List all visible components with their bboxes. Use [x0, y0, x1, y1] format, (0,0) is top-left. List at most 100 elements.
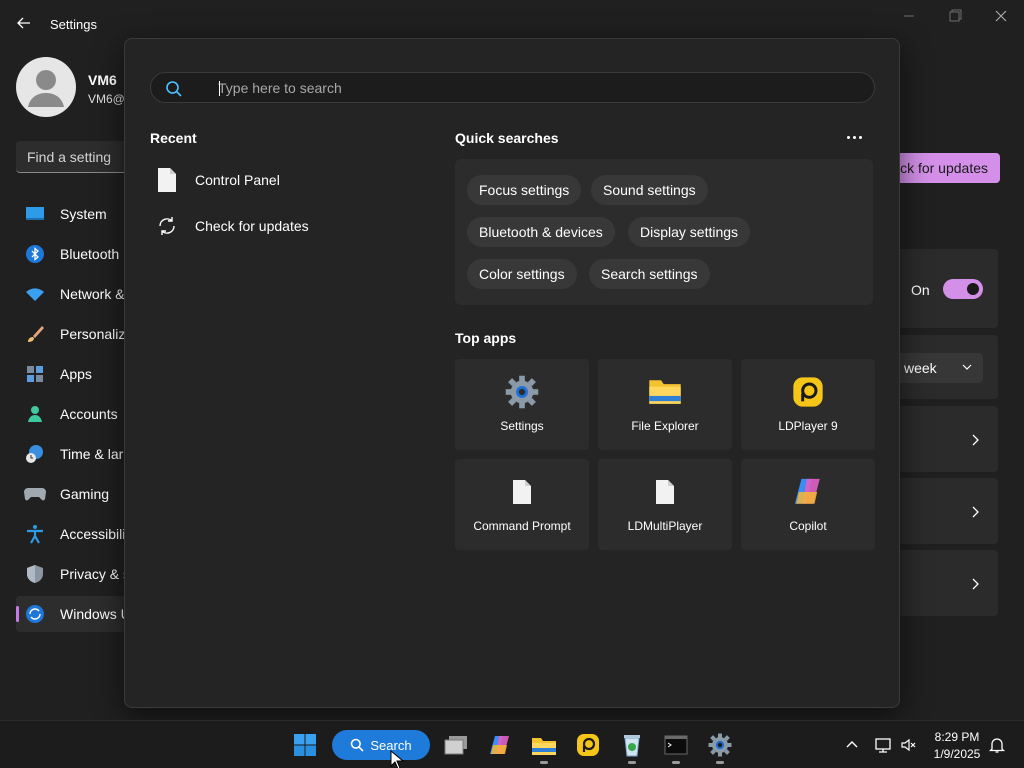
app-tile[interactable]: Copilot [741, 459, 875, 550]
taskbar-search-button[interactable]: Search [332, 730, 430, 760]
recent-item[interactable]: Check for updates [155, 209, 415, 243]
app-tile[interactable]: LDMultiPlayer [598, 459, 732, 550]
app-tile-label: Settings [500, 419, 544, 433]
document-icon [505, 475, 539, 509]
chevron-down-icon [962, 364, 972, 370]
app-tile-label: LDPlayer 9 [778, 419, 838, 433]
copilot-icon [791, 475, 825, 509]
select-value: week [904, 360, 937, 376]
gear-icon [505, 375, 539, 409]
window-title: Settings [50, 17, 97, 32]
sidebar-item-label: Windows U [60, 606, 131, 622]
chevron-right-icon [972, 434, 979, 446]
app-tile-label: LDMultiPlayer [627, 519, 703, 533]
command-prompt-taskbar-button[interactable] [659, 729, 693, 764]
profile-name: VM6 [88, 72, 117, 88]
search-icon [166, 81, 182, 97]
back-button[interactable] [14, 13, 34, 33]
app-tile[interactable]: File Explorer [598, 359, 732, 450]
sidebar-item-label: Personaliz [60, 326, 126, 342]
app-tile-label: Copilot [789, 519, 827, 533]
quick-search-chip[interactable]: Focus settings [467, 175, 582, 205]
quick-search-chip[interactable]: Color settings [467, 259, 577, 289]
person-icon [24, 403, 46, 425]
settings-taskbar-button[interactable] [703, 729, 737, 764]
more-options-button[interactable] [847, 131, 867, 143]
chevron-right-icon [972, 578, 979, 590]
search-input[interactable] [194, 73, 854, 102]
close-icon [995, 10, 1007, 22]
quick-searches-title: Quick searches [455, 130, 559, 146]
chevron-up-icon [846, 741, 858, 748]
document-icon [155, 168, 179, 192]
search-icon [350, 738, 364, 752]
recent-title: Recent [150, 130, 197, 146]
app-tile[interactable]: LDPlayer 9 [741, 359, 875, 450]
recycle-bin-icon [624, 735, 640, 757]
close-button[interactable] [986, 8, 1016, 28]
ldplayer-taskbar-button[interactable] [571, 729, 605, 761]
sidebar-item-label: Accessibilit [60, 526, 130, 542]
volume-muted-icon [901, 738, 916, 752]
quick-search-chip[interactable]: Search settings [589, 259, 710, 289]
app-tile[interactable]: Command Prompt [455, 459, 589, 550]
maximize-button[interactable] [940, 8, 970, 28]
quick-search-chip[interactable]: Bluetooth & devices [467, 217, 615, 247]
volume-tray-button[interactable] [899, 735, 919, 755]
copilot-taskbar-button[interactable] [483, 729, 517, 761]
sidebar-item-label: Network & [60, 286, 125, 302]
minimize-button[interactable] [894, 8, 924, 28]
person-avatar-icon [28, 70, 64, 107]
copilot-icon [490, 736, 509, 754]
back-arrow-icon [17, 17, 30, 29]
recycle-app-taskbar-button[interactable] [615, 729, 649, 764]
app-tile[interactable]: Settings [455, 359, 589, 450]
start-button[interactable] [288, 729, 322, 761]
quick-search-chip[interactable]: Display settings [628, 217, 751, 247]
toggle-switch[interactable] [943, 279, 983, 299]
minimize-icon [904, 15, 914, 17]
recent-item-label: Check for updates [195, 218, 309, 234]
ldplayer-icon [577, 734, 599, 756]
quick-search-chip[interactable]: Sound settings [591, 175, 708, 205]
pause-duration-select[interactable]: week [893, 353, 983, 383]
active-indicator [16, 606, 19, 622]
recent-item[interactable]: Control Panel [155, 163, 415, 197]
show-hidden-icons-button[interactable] [842, 735, 862, 755]
monitor-icon [24, 203, 46, 225]
accessibility-icon [24, 523, 46, 545]
top-apps-title: Top apps [455, 330, 517, 346]
shield-icon [24, 563, 46, 585]
search-flyout: Recent Control Panel Check for updates Qu… [124, 38, 900, 708]
clock-time[interactable]: 8:29 PM [929, 730, 985, 744]
windows-logo-icon [294, 734, 316, 756]
text-caret [219, 81, 220, 96]
bell-icon [988, 738, 1006, 753]
app-tile-label: Command Prompt [473, 519, 571, 533]
task-view-button[interactable] [439, 729, 473, 761]
restore-icon [949, 9, 962, 22]
wifi-icon [24, 283, 46, 305]
app-tile-label: File Explorer [631, 419, 699, 433]
taskbar: Search 8:29 PM 1/9/2025 [0, 720, 1024, 768]
windows-update-icon [24, 603, 46, 625]
chevron-right-icon [972, 506, 979, 518]
document-icon [648, 475, 682, 509]
sidebar-item-label: Bluetooth [60, 246, 120, 262]
task-view-icon [444, 736, 467, 755]
sidebar-item-label: System [60, 206, 107, 222]
brush-icon [24, 323, 46, 345]
avatar[interactable] [16, 57, 76, 117]
refresh-icon [155, 214, 179, 238]
apps-icon [24, 363, 46, 385]
network-tray-button[interactable] [873, 735, 893, 755]
sidebar-item-label: Gaming [60, 486, 110, 502]
file-explorer-taskbar-button[interactable] [527, 729, 561, 764]
sidebar-item-label: Privacy & s [60, 566, 131, 582]
search-box[interactable] [150, 72, 875, 103]
notifications-button[interactable] [987, 735, 1007, 755]
terminal-icon [664, 735, 688, 755]
mouse-cursor-icon [390, 750, 404, 768]
folder-icon [532, 738, 556, 755]
clock-date[interactable]: 1/9/2025 [929, 747, 985, 761]
